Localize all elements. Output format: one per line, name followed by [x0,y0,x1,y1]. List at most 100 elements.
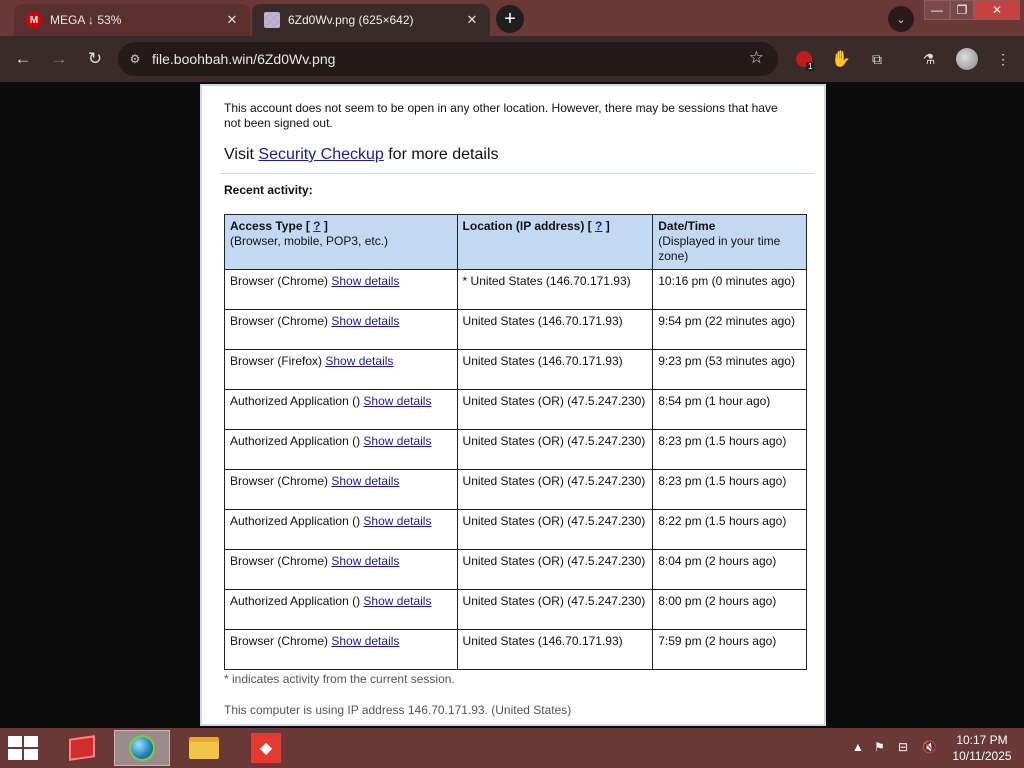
title-bar: M MEGA ↓ 53% ✕ 6Zd0Wv.png (625×642) ✕ + … [0,0,1024,36]
table-row: Authorized Application () Show details Un… [224,589,807,630]
show-details-link[interactable]: Show details [363,594,431,608]
access-type-text: Authorized Application () [230,594,361,608]
show-details-link[interactable]: Show details [331,314,399,328]
show-details-link[interactable]: Show details [363,394,431,408]
access-type-text: Authorized Application () [230,434,361,448]
header-title: Access Type [230,219,303,233]
restore-button[interactable]: ❐ [950,0,974,20]
cell-location: United States (OR) (47.5.247.230) [456,389,654,430]
image-icon [264,12,280,28]
clock-time: 10:17 PM [956,733,1008,747]
header-title: Date/Time [658,219,716,233]
browser-toolbar: ← → ↻ ⚙ file.boohbah.win/6Zd0Wv.png ☆ 1 … [0,36,1024,82]
volume-muted-icon[interactable]: 🔇 [922,740,937,754]
close-window-button[interactable]: ✕ [974,0,1020,20]
viewport: This account does not seem to be open in… [0,82,1024,728]
help-link[interactable]: ? [313,219,320,233]
table-row: Authorized Application () Show details Un… [224,429,807,470]
windows-start-icon[interactable] [8,736,38,760]
table-row: Browser (Firefox) Show details United Sta… [224,349,807,390]
header-subtitle: (Displayed in your time zone) [658,234,781,263]
mega-cube-icon [69,735,95,761]
extension-icon[interactable]: ✋ [830,48,852,70]
tab-title: 6Zd0Wv.png (625×642) [288,13,414,27]
cell-access-type: Authorized Application () Show details [224,509,458,550]
table-row: Authorized Application () Show details Un… [224,389,807,430]
header-access-type: Access Type [ ? ] (Browser, mobile, POP3… [224,214,458,270]
menu-icon[interactable]: ⋮ [992,48,1014,70]
cell-datetime: 10:16 pm (0 minutes ago) [652,269,807,310]
access-type-text: Browser (Chrome) [230,554,329,568]
header-datetime: Date/Time (Displayed in your time zone) [652,214,807,270]
close-icon[interactable]: ✕ [222,10,242,30]
folder-icon [189,737,219,759]
show-details-link[interactable]: Show details [363,514,431,528]
show-details-link[interactable]: Show details [331,474,399,488]
cell-datetime: 8:54 pm (1 hour ago) [652,389,807,430]
cell-access-type: Browser (Chrome) Show details [224,549,458,590]
access-type-text: Browser (Chrome) [230,634,329,648]
mega-icon: M [26,12,42,28]
tab-mega[interactable]: M MEGA ↓ 53% ✕ [14,4,250,36]
show-details-link[interactable]: Show details [325,354,393,368]
cell-access-type: Authorized Application () Show details [224,589,458,630]
network-icon[interactable]: ⊟ [898,740,908,754]
labs-flask-icon[interactable]: ⚗ [918,48,940,70]
cell-location: United States (OR) (47.5.247.230) [456,509,654,550]
screenshot-image: This account does not seem to be open in… [200,84,826,726]
header-title: Location (IP address) [462,219,585,233]
show-details-link[interactable]: Show details [331,274,399,288]
clock-date: 10/11/2025 [952,749,1012,763]
access-type-text: Browser (Chrome) [230,314,329,328]
cell-datetime: 8:04 pm (2 hours ago) [652,549,807,590]
back-icon[interactable]: ← [10,46,36,72]
minimize-button[interactable]: — [924,0,950,20]
access-type-text: Authorized Application () [230,394,361,408]
tab-image[interactable]: 6Zd0Wv.png (625×642) ✕ [252,4,490,36]
taskbar-browser-app[interactable] [114,730,170,766]
tray-chevron-icon[interactable]: ▲ [852,740,864,754]
cell-datetime: 8:23 pm (1.5 hours ago) [652,469,807,510]
reload-icon[interactable]: ↻ [82,46,108,72]
table-row: Browser (Chrome) Show details United Stat… [224,629,807,670]
cell-datetime: 9:23 pm (53 minutes ago) [652,349,807,390]
url-text[interactable]: file.boohbah.win/6Zd0Wv.png [152,51,335,67]
address-bar[interactable]: ⚙ file.boohbah.win/6Zd0Wv.png ☆ [118,42,778,76]
table-row: Authorized Application () Show details Un… [224,509,807,550]
site-info-icon[interactable]: ⚙ [126,50,144,68]
avatar[interactable] [956,48,978,70]
action-center-flag-icon[interactable]: ⚑ [874,740,885,754]
help-link[interactable]: ? [595,219,602,233]
cell-datetime: 8:22 pm (1.5 hours ago) [652,509,807,550]
cell-datetime: 7:59 pm (2 hours ago) [652,629,807,670]
extension-badge: 1 [806,62,815,71]
recent-activity-label: Recent activity: [224,183,313,197]
taskbar: ◆ ▲ ⚑ ⊟ 🔇 10:17 PM 10/11/2025 [0,728,1024,768]
taskbar-file-explorer[interactable] [176,730,232,766]
taskbar-anydesk[interactable]: ◆ [238,730,294,766]
show-details-link[interactable]: Show details [363,434,431,448]
show-details-link[interactable]: Show details [331,634,399,648]
anydesk-icon: ◆ [251,733,281,763]
new-tab-button[interactable]: + [496,5,524,33]
forward-icon[interactable]: → [46,46,72,72]
system-clock[interactable]: 10:17 PM 10/11/2025 [944,732,1020,764]
visit-line: Visit Security Checkup for more details [224,146,499,164]
security-checkup-link[interactable]: Security Checkup [258,146,383,163]
taskbar-mega-app[interactable] [54,730,110,766]
bookmark-star-icon[interactable]: ☆ [749,48,764,68]
cell-access-type: Browser (Firefox) Show details [224,349,458,390]
current-session-footnote: * indicates activity from the current se… [224,672,455,686]
table-row: Browser (Chrome) Show details * United St… [224,269,807,310]
cell-access-type: Browser (Chrome) Show details [224,309,458,350]
browser-globe-icon [129,735,155,761]
header-location: Location (IP address) [ ? ] [456,214,654,270]
cell-location: United States (OR) (47.5.247.230) [456,429,654,470]
cell-access-type: Browser (Chrome) Show details [224,629,458,670]
show-details-link[interactable]: Show details [331,554,399,568]
extensions-puzzle-icon[interactable]: ⧉ [866,48,888,70]
tab-search-button[interactable]: ⌄ [888,6,914,32]
visit-prefix: Visit [224,146,259,163]
cell-location: United States (146.70.171.93) [456,349,654,390]
close-icon[interactable]: ✕ [462,10,482,30]
